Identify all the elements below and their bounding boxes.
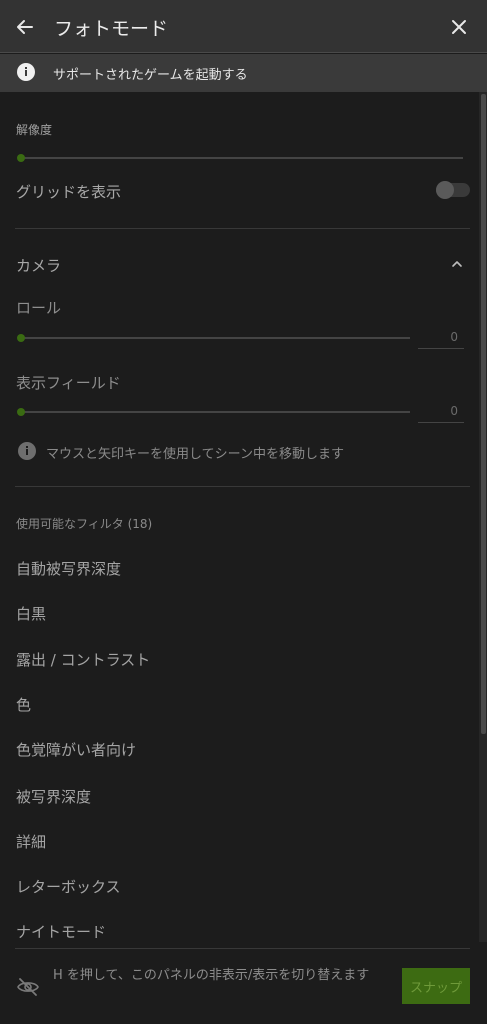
divider <box>15 486 470 487</box>
roll-value-input[interactable]: 0 <box>418 327 464 349</box>
eye-off-icon[interactable] <box>16 975 40 999</box>
resolution-slider[interactable] <box>20 157 463 159</box>
grid-toggle-knob[interactable] <box>436 181 454 199</box>
close-icon[interactable] <box>446 14 472 40</box>
snap-button[interactable]: スナップ <box>402 968 470 1004</box>
filter-item[interactable]: レターボックス <box>16 876 121 897</box>
resolution-slider-knob[interactable] <box>17 154 25 162</box>
filter-item[interactable]: 露出 / コントラスト <box>16 649 150 670</box>
banner-text: サポートされたゲームを起動する <box>53 68 248 83</box>
camera-hint-text: マウスと矢印キーを使用してシーン中を移動します <box>46 447 344 462</box>
divider <box>15 228 470 229</box>
filter-item[interactable]: 色覚障がい者向け <box>16 739 136 760</box>
info-icon <box>16 62 36 82</box>
filter-item[interactable]: ナイトモード <box>16 921 106 942</box>
divider <box>15 948 470 949</box>
back-arrow-icon[interactable] <box>12 14 38 40</box>
roll-label: ロール <box>16 299 62 317</box>
filter-item[interactable]: 色 <box>16 694 31 715</box>
toggle-panel-hint: H を押して、このパネルの非表示/表示を切り替えます <box>53 968 370 983</box>
fov-slider-knob[interactable] <box>17 408 25 416</box>
scrollbar-thumb[interactable] <box>481 94 486 734</box>
filter-item[interactable]: 被写界深度 <box>16 786 91 807</box>
info-icon <box>17 441 37 461</box>
fov-slider[interactable] <box>20 411 410 413</box>
roll-slider[interactable] <box>20 337 410 339</box>
fov-value-input[interactable]: 0 <box>418 401 464 423</box>
fov-label: 表示フィールド <box>16 374 121 392</box>
filters-header: 使用可能なフィルタ (18) <box>16 517 153 531</box>
camera-section-label: カメラ <box>16 257 62 275</box>
resolution-label: 解像度 <box>16 123 53 137</box>
chevron-up-icon[interactable] <box>450 256 464 270</box>
photo-mode-panel: フォトモード サポートされたゲームを起動する 解像度 グリッドを表示 カメラ ロ… <box>0 0 487 1024</box>
roll-slider-knob[interactable] <box>17 334 25 342</box>
filter-item[interactable]: 白黒 <box>16 603 46 624</box>
grid-label: グリッドを表示 <box>16 183 122 201</box>
filter-item[interactable]: 自動被写界深度 <box>16 558 121 579</box>
page-title: フォトモード <box>54 18 169 40</box>
filter-item[interactable]: 詳細 <box>16 831 46 852</box>
